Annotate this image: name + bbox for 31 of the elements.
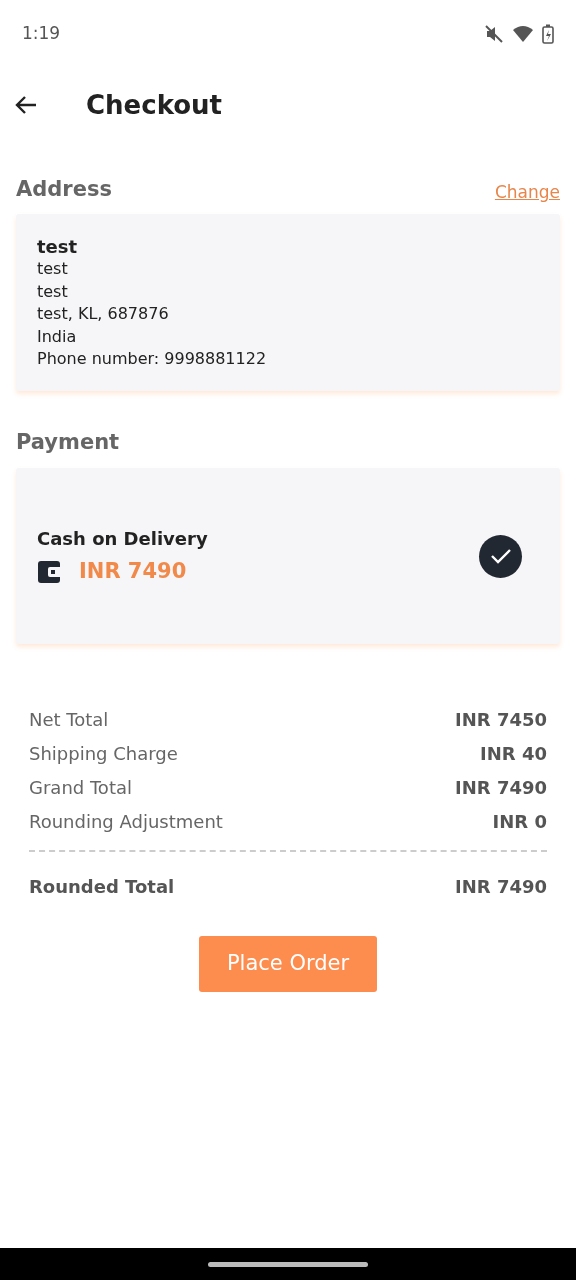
address-line: test <box>37 258 69 280</box>
page-title: Checkout <box>86 88 223 122</box>
wallet-icon <box>37 559 63 584</box>
section-heading: Payment <box>16 428 121 456</box>
place-order-button[interactable]: Place Order <box>198 936 378 992</box>
summary-label: Shipping Charge <box>29 741 178 766</box>
wifi-icon <box>512 25 534 43</box>
address-line: Phone number: 9998881122 <box>37 348 268 370</box>
battery-icon <box>542 24 554 44</box>
summary-value: INR 40 <box>480 741 547 766</box>
mute-icon <box>484 25 504 43</box>
summary-label: Rounding Adjustment <box>29 809 223 834</box>
change-link[interactable]: Change <box>494 180 560 206</box>
address-name: test <box>37 235 79 258</box>
payment-option[interactable]: Cash on Delivery INR 7490 <box>16 468 560 644</box>
home-indicator[interactable] <box>208 1261 368 1267</box>
payment-method: Cash on Delivery <box>37 526 208 551</box>
summary-label: Net Total <box>29 707 109 732</box>
address-line: test, KL, 687876 <box>37 303 170 325</box>
summary-label: Grand Total <box>29 775 132 800</box>
summary-value: INR 7490 <box>455 874 547 899</box>
payment-amount: INR 7490 <box>79 557 187 585</box>
address-line: test <box>37 280 69 303</box>
summary-value: INR 0 <box>492 809 547 834</box>
section-heading: Address <box>16 176 112 203</box>
back-icon[interactable] <box>14 95 38 115</box>
summary-value: INR 7450 <box>455 707 547 732</box>
summary-label: Rounded Total <box>29 874 175 899</box>
status-time: 1:19 <box>22 22 61 46</box>
summary-value: INR 7490 <box>455 775 547 800</box>
address-line: India <box>37 325 78 348</box>
